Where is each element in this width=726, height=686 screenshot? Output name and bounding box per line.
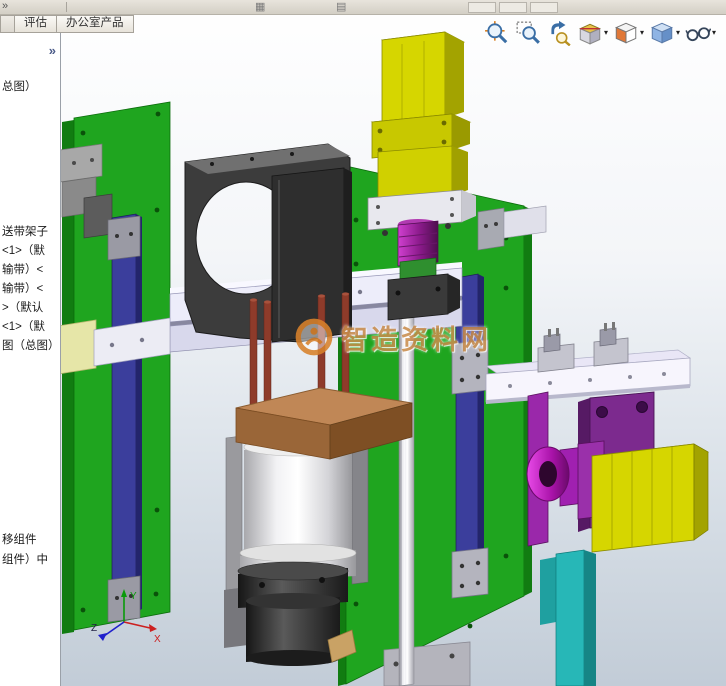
chevron-down-icon: ▾ [712, 20, 716, 46]
chevron-down-icon: ▾ [640, 20, 644, 46]
view-orientation-icon[interactable]: ▾ [613, 20, 644, 46]
tree-item[interactable]: 输带）< [2, 280, 43, 296]
tree-item[interactable]: 送带架子 [2, 223, 48, 239]
section-view-icon[interactable]: ▾ [577, 20, 608, 46]
list-icon[interactable]: ▤ [336, 0, 346, 13]
left-yellow-plate[interactable] [58, 320, 96, 374]
tab-office-products[interactable]: 办公室产品 [56, 15, 134, 33]
chevron-down-icon: ▾ [604, 20, 608, 46]
triad-x-label: X [154, 634, 161, 645]
watermark-logo-icon [293, 316, 335, 358]
toolbar-divider [66, 2, 67, 12]
tree-item[interactable]: >（默认 [2, 299, 43, 315]
view-toolbar: ▾ ▾ ▾ ▾ [484, 20, 716, 46]
tree-item[interactable]: 输带）< [2, 261, 43, 277]
toolbar-button[interactable] [499, 2, 527, 13]
top-toolbar: » ▦ ▤ [0, 0, 726, 15]
zoom-to-fit-icon[interactable] [484, 20, 510, 46]
grid-icon[interactable]: ▦ [255, 0, 265, 13]
teal-column[interactable] [540, 550, 596, 686]
tree-item[interactable]: 移组件 [2, 531, 37, 547]
orientation-triad: Y X Z [90, 584, 170, 650]
chevron-down-icon: ▾ [676, 20, 680, 46]
triad-y-label: Y [130, 591, 137, 602]
commandmanager-tabs: 评估 办公室产品 [0, 15, 133, 32]
toolbar-overflow-chevron[interactable]: » [2, 0, 8, 12]
tree-item[interactable]: <1>（默 [2, 318, 45, 334]
application-window: 智造资料网 Y X Z [0, 0, 726, 686]
tree-item[interactable]: 组件）中 [2, 551, 48, 567]
watermark-text: 智造资料网 [341, 318, 491, 357]
tree-item[interactable]: 总图） [2, 78, 37, 94]
toolbar-button[interactable] [530, 2, 558, 13]
watermark: 智造资料网 [293, 316, 491, 358]
tree-item[interactable]: <1>（默 [2, 242, 45, 258]
zoom-to-area-icon[interactable] [515, 20, 541, 46]
shaft-base[interactable] [384, 642, 470, 686]
toolbar-button[interactable] [468, 2, 496, 13]
left-linear-rail[interactable] [108, 214, 142, 622]
dark-cylinder[interactable] [224, 562, 356, 666]
tree-item[interactable]: 图（总图） [2, 337, 60, 353]
panel-collapse-chevron[interactable]: » [49, 43, 56, 58]
feature-tree-panel: » 总图） 送带架子 <1>（默 输带）< 输带）< >（默认 <1>（默 图（… [0, 32, 61, 686]
tab-evaluate[interactable]: 评估 [14, 15, 57, 33]
hide-show-items-icon[interactable]: ▾ [685, 20, 716, 46]
display-style-icon[interactable]: ▾ [649, 20, 680, 46]
previous-view-icon[interactable] [546, 20, 572, 46]
right-motor[interactable] [592, 444, 708, 552]
triad-z-label: Z [91, 623, 97, 634]
tab-stub[interactable] [0, 15, 15, 33]
